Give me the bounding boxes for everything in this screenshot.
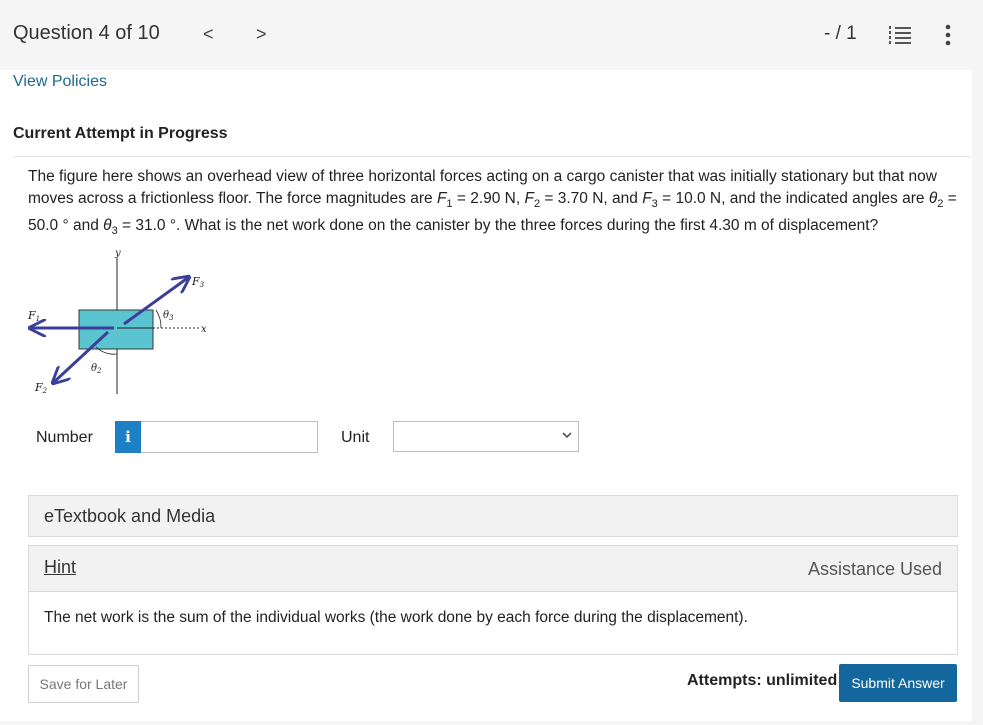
theta3-label: θ3 (163, 310, 174, 322)
hint-text: The net work is the sum of the individua… (44, 609, 748, 626)
hint-link[interactable]: Hint (44, 557, 76, 578)
f1-label: F1 (27, 309, 40, 323)
force-diagram: y x F1 F2 F3 θ3 θ2 (27, 248, 207, 395)
y-axis-label: y (114, 248, 121, 259)
f3-label: F3 (191, 275, 205, 289)
etextbook-media-section[interactable]: eTextbook and Media (28, 495, 958, 537)
etextbook-media-label: eTextbook and Media (44, 506, 216, 526)
previous-question-button[interactable]: < (203, 24, 214, 45)
question-score: - / 1 (824, 23, 857, 44)
question-list-icon[interactable] (889, 25, 911, 45)
assistance-used-label: Assistance Used (807, 559, 942, 579)
info-icon[interactable]: i (115, 421, 141, 453)
hint-section: Hint Assistance Used The net work is the… (28, 545, 958, 655)
x-axis-label: x (201, 324, 207, 335)
number-label: Number (36, 429, 93, 446)
attempt-heading: Current Attempt in Progress (13, 125, 228, 142)
unit-label: Unit (341, 429, 370, 446)
next-question-button[interactable]: > (256, 24, 267, 45)
more-options-icon[interactable] (940, 24, 956, 46)
unit-select[interactable] (393, 421, 579, 452)
question-text: The figure here shows an overhead view o… (28, 168, 957, 238)
save-for-later-button[interactable]: Save for Later (28, 665, 139, 703)
top-bar: Question 4 of 10 < > - / 1 (0, 0, 983, 70)
theta2-label: θ2 (91, 363, 102, 375)
theta3-arc (155, 309, 162, 329)
attempts-label: Attempts: unlimited (687, 672, 838, 689)
hint-header: Hint Assistance Used (29, 546, 957, 592)
chevron-down-icon (562, 432, 572, 439)
f3-arrow (123, 277, 189, 326)
f2-label: F2 (34, 381, 48, 395)
number-input[interactable] (141, 421, 318, 453)
question-counter: Question 4 of 10 (13, 22, 160, 44)
submit-answer-button[interactable]: Submit Answer (839, 664, 957, 702)
divider (13, 156, 971, 157)
view-policies-link[interactable]: View Policies (13, 73, 107, 91)
